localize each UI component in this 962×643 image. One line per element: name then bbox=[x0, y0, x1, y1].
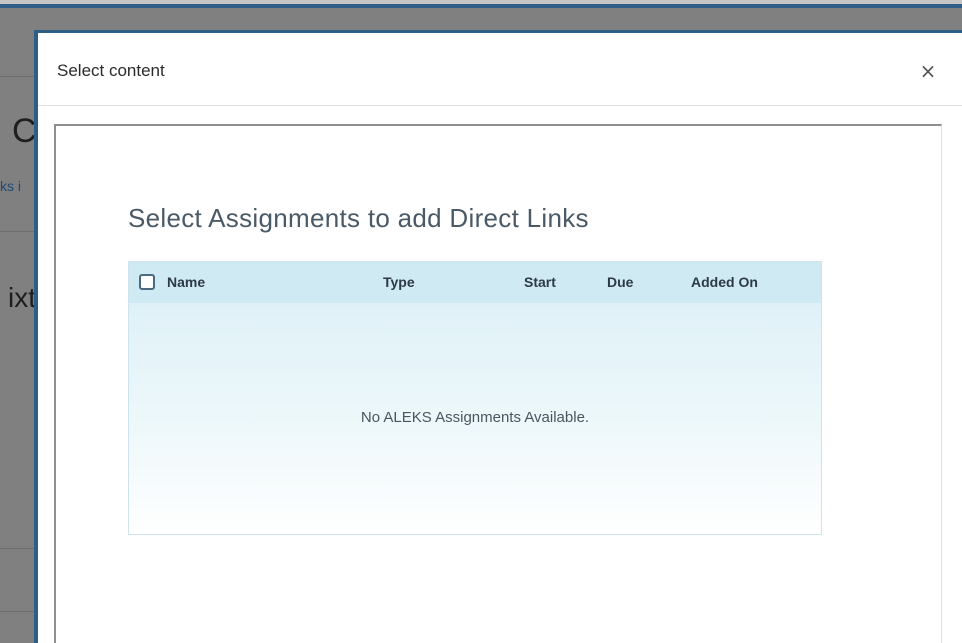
select-all-checkbox[interactable] bbox=[139, 274, 155, 290]
screen: C ks i ixt Select content × Select Assig… bbox=[0, 0, 962, 643]
table-header-row: Name Type Start Due Added On bbox=[129, 262, 821, 303]
assignments-heading: Select Assignments to add Direct Links bbox=[128, 203, 589, 233]
background-link-fragment: ks i bbox=[0, 178, 21, 194]
background-label-fragment: ixt bbox=[8, 282, 36, 313]
column-header-start[interactable]: Start bbox=[524, 274, 556, 290]
column-header-type[interactable]: Type bbox=[383, 274, 415, 290]
background-title-fragment: C bbox=[12, 112, 37, 150]
modal-title: Select content bbox=[57, 61, 165, 80]
column-header-name[interactable]: Name bbox=[167, 274, 205, 290]
empty-state-message: No ALEKS Assignments Available. bbox=[360, 409, 590, 426]
modal-header: Select content × bbox=[38, 33, 962, 106]
column-header-due[interactable]: Due bbox=[607, 274, 633, 290]
select-content-modal: Select content × Select Assignments to a… bbox=[34, 30, 962, 643]
assignments-table: Name Type Start Due Added On No ALEKS As… bbox=[128, 261, 822, 535]
background-accent-bar bbox=[0, 4, 962, 8]
table-body: No ALEKS Assignments Available. bbox=[129, 303, 821, 534]
content-frame: Select Assignments to add Direct Links N… bbox=[54, 124, 942, 643]
column-header-added-on[interactable]: Added On bbox=[691, 274, 758, 290]
close-icon[interactable]: × bbox=[916, 59, 940, 83]
